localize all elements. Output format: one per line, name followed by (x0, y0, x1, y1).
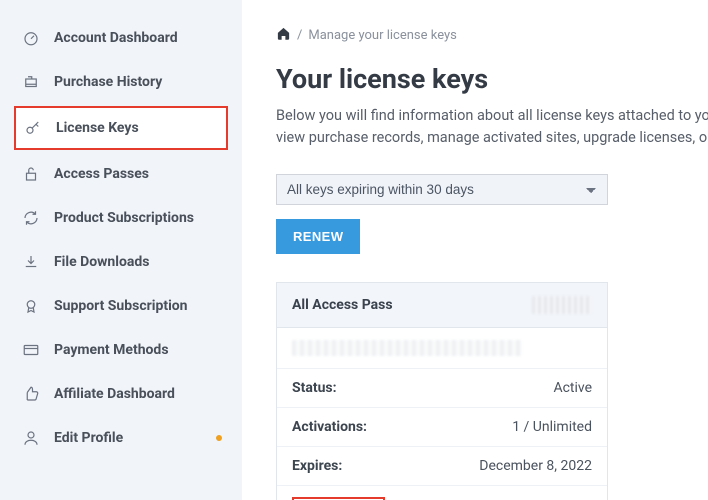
key-icon (24, 119, 42, 137)
cash-register-icon (22, 73, 40, 91)
breadcrumb: / Manage your license keys (276, 26, 708, 45)
license-activations-row: Activations: 1 / Unlimited (277, 408, 607, 447)
refresh-icon (22, 209, 40, 227)
page-description: Below you will find information about al… (276, 105, 708, 150)
redacted-value (532, 296, 592, 314)
sidebar-item-label: Access Passes (54, 166, 149, 182)
lock-open-icon (22, 165, 40, 183)
license-actions: Manage Sites (277, 486, 607, 500)
sidebar-item-file-downloads[interactable]: File Downloads (14, 242, 228, 282)
sidebar-item-support-subscription[interactable]: Support Subscription (14, 286, 228, 326)
status-label: Status: (292, 380, 337, 396)
activations-value: 1 / Unlimited (512, 419, 592, 435)
sidebar-item-label: Product Subscriptions (54, 210, 194, 226)
status-value: Active (553, 380, 592, 396)
redacted-license-key (292, 340, 522, 356)
breadcrumb-separator: / (297, 28, 302, 43)
sidebar-item-license-keys[interactable]: License Keys (14, 106, 228, 150)
license-key-row (277, 328, 607, 369)
home-icon[interactable] (276, 26, 291, 45)
download-icon (22, 253, 40, 271)
dashboard-icon (22, 29, 40, 47)
user-icon (22, 429, 40, 447)
license-status-row: Status: Active (277, 369, 607, 408)
sidebar-item-label: Account Dashboard (54, 30, 178, 46)
sidebar-item-access-passes[interactable]: Access Passes (14, 154, 228, 194)
badge-icon (22, 297, 40, 315)
sidebar-item-payment-methods[interactable]: Payment Methods (14, 330, 228, 370)
card-icon (22, 341, 40, 359)
sidebar-item-label: Support Subscription (54, 298, 188, 314)
sidebar-item-purchase-history[interactable]: Purchase History (14, 62, 228, 102)
expiry-filter-select[interactable]: All keys expiring within 30 days (276, 174, 608, 205)
sidebar-item-label: File Downloads (54, 254, 149, 270)
breadcrumb-current: Manage your license keys (308, 28, 457, 43)
sidebar-item-product-subscriptions[interactable]: Product Subscriptions (14, 198, 228, 238)
license-expires-row: Expires: December 8, 2022 (277, 447, 607, 486)
sidebar-item-label: License Keys (56, 120, 139, 136)
page-title: Your license keys (276, 63, 708, 95)
sidebar-item-label: Edit Profile (54, 430, 123, 446)
license-card: All Access Pass Status: Active Activatio… (276, 282, 608, 500)
activations-label: Activations: (292, 419, 367, 435)
main-content: / Manage your license keys Your license … (242, 0, 708, 500)
expires-value: December 8, 2022 (479, 458, 592, 474)
renew-button[interactable]: RENEW (276, 219, 360, 254)
expires-label: Expires: (292, 458, 342, 474)
sidebar-item-affiliate-dashboard[interactable]: Affiliate Dashboard (14, 374, 228, 414)
license-name: All Access Pass (292, 297, 393, 313)
sidebar-item-label: Purchase History (54, 74, 162, 90)
sidebar-item-account-dashboard[interactable]: Account Dashboard (14, 18, 228, 58)
sidebar-item-label: Affiliate Dashboard (54, 386, 175, 402)
notification-dot-icon (216, 435, 222, 441)
sidebar-item-edit-profile[interactable]: Edit Profile (14, 418, 228, 458)
thumbs-up-icon (22, 385, 40, 403)
license-card-header: All Access Pass (277, 283, 607, 328)
sidebar-item-label: Payment Methods (54, 342, 169, 358)
sidebar: Account Dashboard Purchase History Licen… (0, 0, 242, 500)
